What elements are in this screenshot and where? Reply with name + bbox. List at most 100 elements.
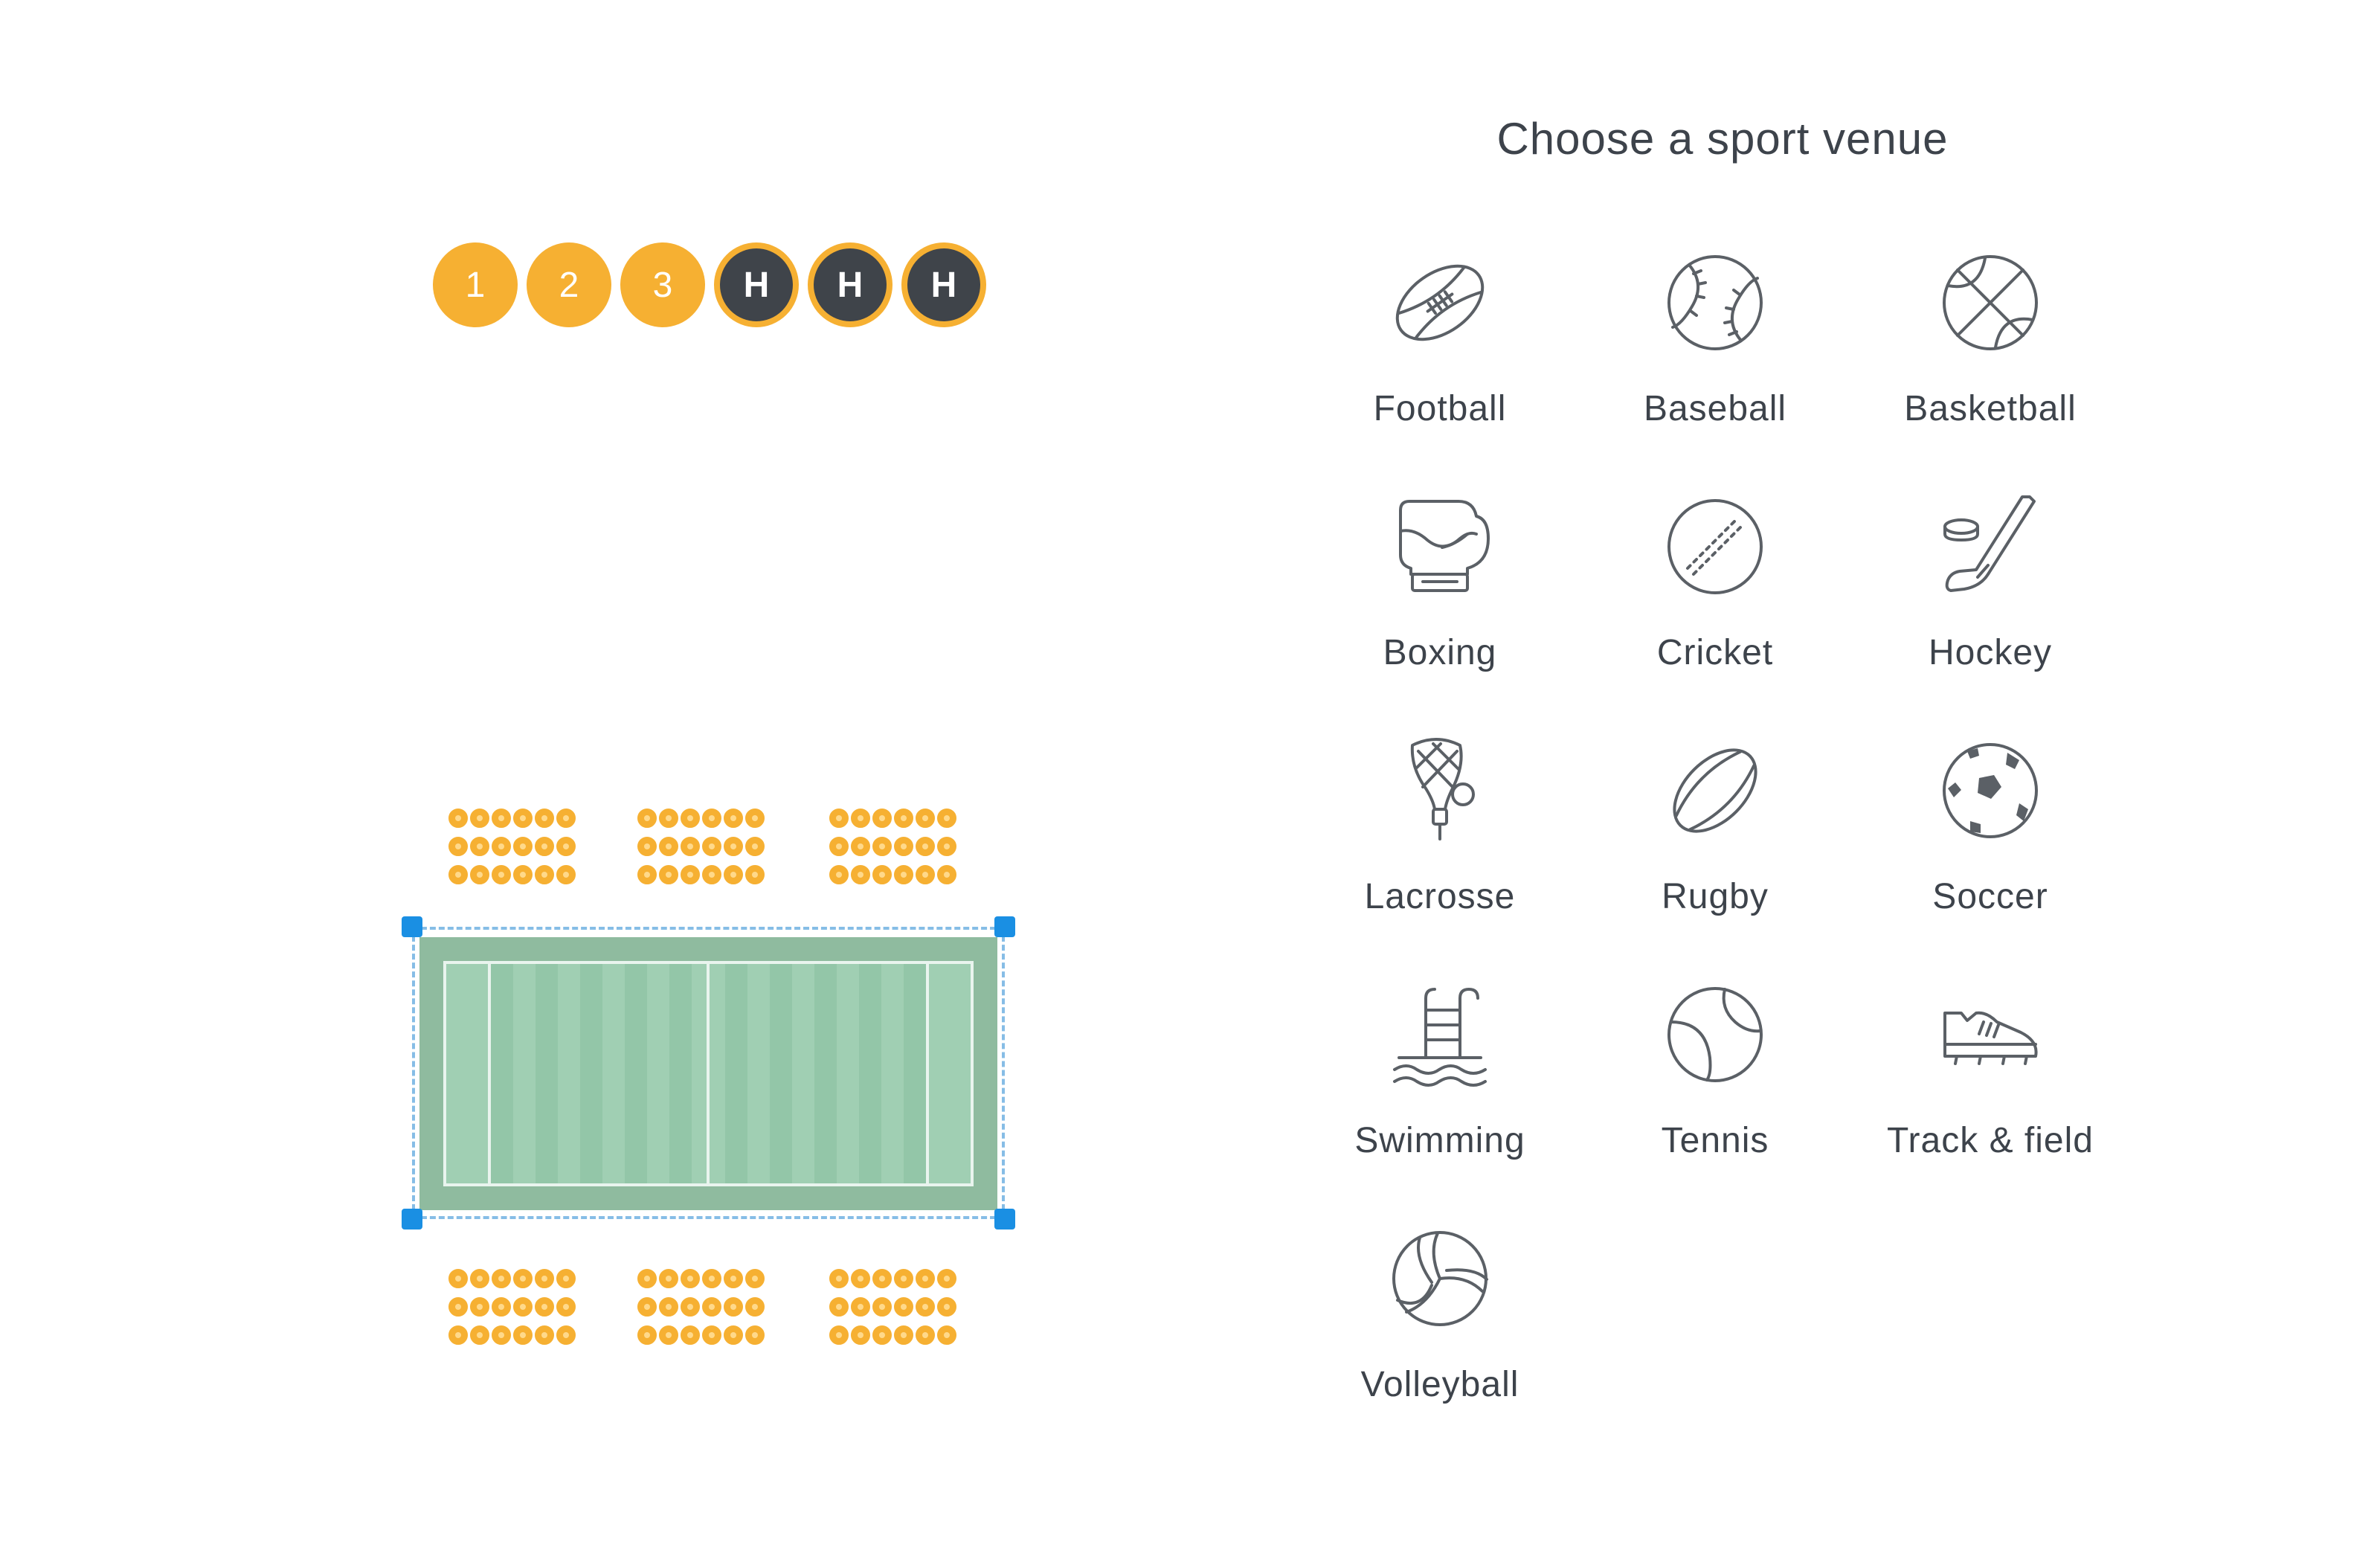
venue-label: Lacrosse <box>1364 877 1516 916</box>
venue-option-baseball[interactable]: Baseball <box>1581 238 1849 461</box>
panel-title: Choose a sport venue <box>1496 114 1949 164</box>
venue-option-cricket[interactable]: Cricket <box>1581 482 1849 705</box>
seat <box>681 837 700 856</box>
seat <box>492 1325 511 1345</box>
seat <box>659 1297 678 1317</box>
seat <box>702 1325 721 1345</box>
seat <box>556 837 576 856</box>
seating-block-bottom-center[interactable] <box>637 1269 767 1345</box>
venue-label: Basketball <box>1904 389 2077 428</box>
seat <box>470 1269 489 1288</box>
seat-marker-1[interactable]: 1 <box>433 242 518 327</box>
seat <box>492 1297 511 1317</box>
venue-label: Volleyball <box>1360 1365 1519 1404</box>
seat-marker-2[interactable]: 2 <box>527 242 611 327</box>
seat <box>724 809 743 828</box>
resize-handle-top-right[interactable] <box>994 916 1015 937</box>
seat <box>513 809 533 828</box>
seat <box>448 1325 468 1345</box>
seat <box>659 809 678 828</box>
seating-block-bottom-left[interactable] <box>448 1269 578 1345</box>
seat <box>829 1325 849 1345</box>
seat <box>894 1325 913 1345</box>
home-marker-1[interactable]: H <box>714 242 799 327</box>
venue-option-hockey[interactable]: Hockey <box>1856 482 2124 705</box>
venue-chooser-panel: Choose a sport venue Football Baseball B… <box>1264 0 2380 1559</box>
venue-option-swimming[interactable]: Swimming <box>1306 970 1574 1193</box>
venue-option-tennis[interactable]: Tennis <box>1581 970 1849 1193</box>
seat <box>916 865 935 884</box>
home-marker-3[interactable]: H <box>901 242 986 327</box>
seat <box>513 1297 533 1317</box>
seat <box>937 1269 956 1288</box>
seat <box>492 865 511 884</box>
seat <box>556 1325 576 1345</box>
seat <box>851 809 870 828</box>
venue-label: Tennis <box>1661 1121 1769 1160</box>
seat <box>829 865 849 884</box>
seat <box>702 809 721 828</box>
cricket-ball-icon <box>1659 491 1771 602</box>
football-icon <box>1384 247 1496 359</box>
venue-label: Hockey <box>1928 633 2053 672</box>
seat <box>535 1325 554 1345</box>
seat <box>829 1297 849 1317</box>
venue-option-volleyball[interactable]: Volleyball <box>1306 1214 1574 1437</box>
seat <box>916 809 935 828</box>
venue-label: Soccer <box>1932 877 2048 916</box>
seat <box>556 865 576 884</box>
seat <box>535 837 554 856</box>
resize-handle-bottom-left[interactable] <box>402 1209 422 1229</box>
seat <box>894 837 913 856</box>
seat <box>535 1297 554 1317</box>
venue-option-rugby[interactable]: Rugby <box>1581 726 1849 949</box>
seat <box>637 837 657 856</box>
seat <box>724 1269 743 1288</box>
seat <box>702 1297 721 1317</box>
seat <box>470 1325 489 1345</box>
venue-option-football[interactable]: Football <box>1306 238 1574 461</box>
seat <box>637 1325 657 1345</box>
seating-block-top-center[interactable] <box>637 809 767 884</box>
seat <box>659 865 678 884</box>
seat <box>448 1297 468 1317</box>
seat <box>470 837 489 856</box>
seat <box>894 809 913 828</box>
seat <box>470 865 489 884</box>
seat <box>916 1325 935 1345</box>
seat-marker-3[interactable]: 3 <box>620 242 705 327</box>
seat <box>535 865 554 884</box>
hockey-stick-icon <box>1934 491 2046 602</box>
seat <box>724 837 743 856</box>
venue-canvas[interactable]: 1 2 3 H H H <box>0 0 1264 1559</box>
seat <box>851 1297 870 1317</box>
seat <box>872 1269 892 1288</box>
seat <box>681 1297 700 1317</box>
seat <box>513 837 533 856</box>
venue-option-basketball[interactable]: Basketball <box>1856 238 2124 461</box>
venue-option-lacrosse[interactable]: Lacrosse <box>1306 726 1574 949</box>
seat-markers: 1 2 3 H H H <box>433 242 995 327</box>
seat <box>872 809 892 828</box>
seating-block-top-right[interactable] <box>829 809 959 884</box>
resize-handle-bottom-right[interactable] <box>994 1209 1015 1229</box>
baseball-icon <box>1659 247 1771 359</box>
seat <box>448 809 468 828</box>
resize-handle-top-left[interactable] <box>402 916 422 937</box>
seat <box>702 837 721 856</box>
swimming-pool-icon <box>1384 979 1496 1090</box>
seat <box>745 1269 765 1288</box>
seat <box>702 865 721 884</box>
selected-court[interactable] <box>402 916 1015 1229</box>
seating-block-top-left[interactable] <box>448 809 578 884</box>
seat <box>681 865 700 884</box>
seat <box>513 865 533 884</box>
seating-block-bottom-right[interactable] <box>829 1269 959 1345</box>
venue-option-track-field[interactable]: Track & field <box>1856 970 2124 1193</box>
venue-option-boxing[interactable]: Boxing <box>1306 482 1574 705</box>
venue-option-soccer[interactable]: Soccer <box>1856 726 2124 949</box>
venue-label: Boxing <box>1383 633 1497 672</box>
seat <box>916 1297 935 1317</box>
seat <box>659 1269 678 1288</box>
home-marker-2[interactable]: H <box>808 242 892 327</box>
